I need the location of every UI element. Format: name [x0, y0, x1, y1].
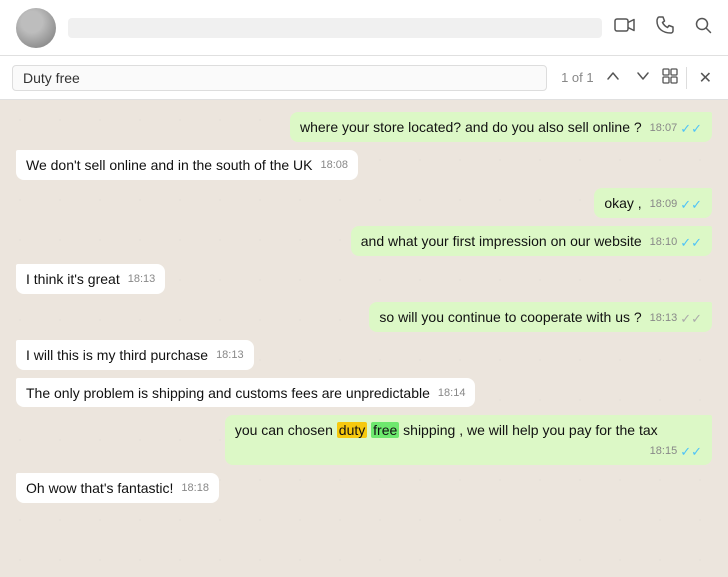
message-meta: 18:08: [321, 158, 349, 173]
message-meta: 18:13: [128, 272, 156, 287]
message-bubble: We don't sell online and in the south of…: [16, 150, 358, 180]
message-row: I think it's great 18:13: [16, 264, 712, 294]
message-time: 18:18: [181, 481, 209, 496]
search-close-button[interactable]: ✕: [695, 66, 716, 90]
message-meta: 18:14: [438, 386, 466, 401]
message-meta: 18:07 ✓✓: [650, 120, 702, 138]
message-meta: 18:13: [216, 348, 244, 363]
message-time: 18:07: [650, 121, 678, 136]
message-bubble: Oh wow that's fantastic! 18:18: [16, 473, 219, 503]
message-time: 18:09: [650, 197, 678, 212]
header-icons: [614, 16, 712, 39]
message-bubble: you can chosen duty free shipping , we w…: [225, 415, 712, 465]
message-text: and what your first impression on our we…: [361, 233, 642, 249]
message-meta: 18:13 ✓✓: [650, 310, 702, 328]
message-time: 18:10: [650, 235, 678, 250]
avatar[interactable]: [16, 8, 56, 48]
message-meta: 18:09 ✓✓: [650, 196, 702, 214]
message-row: I will this is my third purchase 18:13: [16, 340, 712, 370]
video-call-icon[interactable]: [614, 17, 636, 38]
message-bubble: okay , 18:09 ✓✓: [594, 188, 712, 218]
message-time: 18:08: [321, 158, 349, 173]
message-meta: 18:15 ✓✓: [650, 443, 702, 461]
message-text: I think it's great: [26, 271, 120, 287]
search-up-button[interactable]: [602, 67, 624, 88]
message-text: okay ,: [604, 195, 641, 211]
message-time: 18:13: [650, 311, 678, 326]
highlight-free: free: [371, 422, 399, 438]
search-count: 1 of 1: [561, 70, 594, 85]
message-bubble: where your store located? and do you als…: [290, 112, 712, 142]
message-meta: 18:18: [181, 481, 209, 496]
search-input[interactable]: Duty free: [12, 65, 547, 91]
message-row: The only problem is shipping and customs…: [16, 378, 712, 408]
phone-icon[interactable]: [656, 16, 674, 39]
search-navigation: ✕: [602, 66, 716, 90]
message-text: where your store located? and do you als…: [300, 119, 642, 135]
chat-header: [0, 0, 728, 56]
message-text: so will you continue to cooperate with u…: [379, 309, 641, 325]
message-row: Oh wow that's fantastic! 18:18: [16, 473, 712, 503]
search-icon[interactable]: [694, 16, 712, 39]
message-bubble: I will this is my third purchase 18:13: [16, 340, 254, 370]
chat-area: where your store located? and do you als…: [0, 100, 728, 577]
message-ticks: ✓✓: [680, 310, 702, 328]
message-row: so will you continue to cooperate with u…: [16, 302, 712, 332]
message-row: We don't sell online and in the south of…: [16, 150, 712, 180]
message-row: okay , 18:09 ✓✓: [16, 188, 712, 218]
message-time: 18:15: [650, 444, 678, 459]
message-time: 18:13: [216, 348, 244, 363]
message-row: where your store located? and do you als…: [16, 112, 712, 142]
message-ticks: ✓✓: [680, 120, 702, 138]
message-text: I will this is my third purchase: [26, 347, 208, 363]
message-text: you can chosen duty free shipping , we w…: [235, 422, 658, 438]
search-grid-icon[interactable]: [662, 68, 678, 88]
message-ticks: ✓✓: [680, 443, 702, 461]
message-ticks: ✓✓: [680, 196, 702, 214]
message-text: Oh wow that's fantastic!: [26, 480, 173, 496]
message-time: 18:13: [128, 272, 156, 287]
contact-name: [68, 18, 602, 38]
message-bubble: I think it's great 18:13: [16, 264, 165, 294]
message-time: 18:14: [438, 386, 466, 401]
message-bubble: and what your first impression on our we…: [351, 226, 712, 256]
message-meta: 18:10 ✓✓: [650, 234, 702, 252]
message-bubble: The only problem is shipping and customs…: [16, 378, 475, 408]
highlight-duty: duty: [337, 422, 367, 438]
message-ticks: ✓✓: [680, 234, 702, 252]
message-text: We don't sell online and in the south of…: [26, 157, 313, 173]
search-down-button[interactable]: [632, 67, 654, 88]
message-row: and what your first impression on our we…: [16, 226, 712, 256]
message-text: The only problem is shipping and customs…: [26, 385, 430, 401]
search-divider: [686, 67, 687, 89]
message-row: you can chosen duty free shipping , we w…: [16, 415, 712, 465]
message-bubble: so will you continue to cooperate with u…: [369, 302, 712, 332]
search-bar: Duty free 1 of 1 ✕: [0, 56, 728, 100]
